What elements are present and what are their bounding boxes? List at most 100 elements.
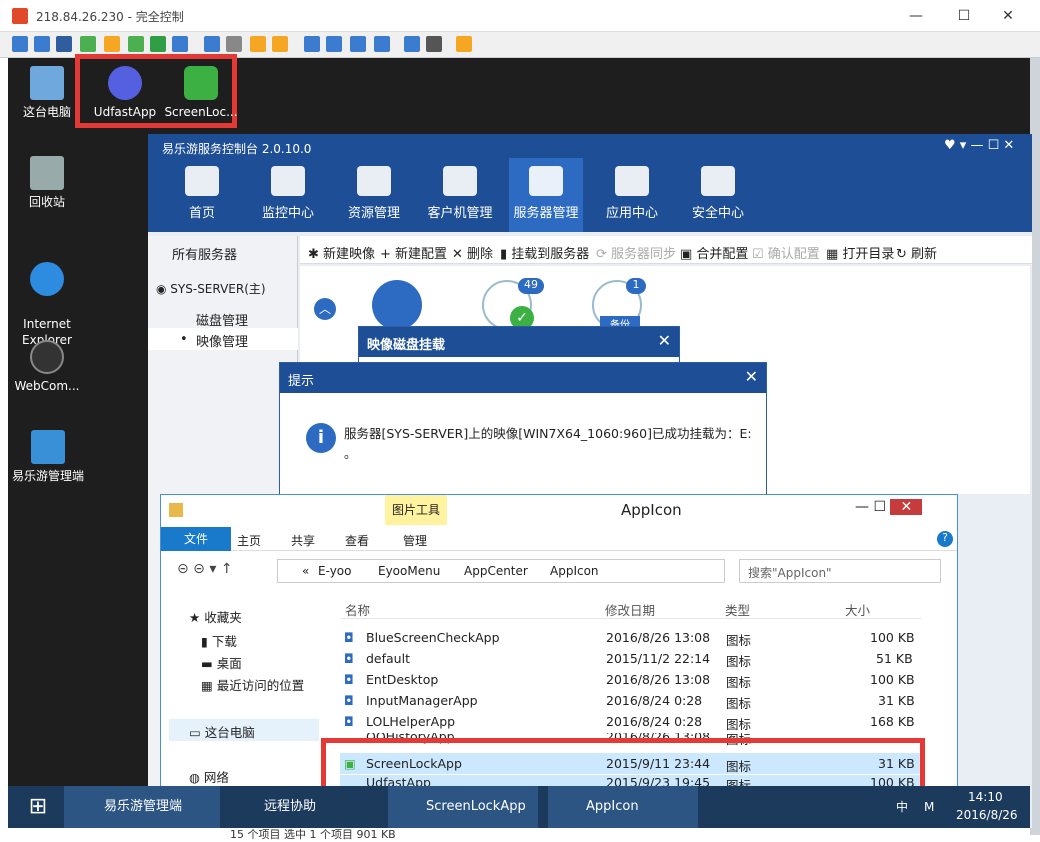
tool-icon[interactable] <box>150 36 166 52</box>
desktop-icon-yly[interactable]: 易乐游管理端 <box>8 430 88 484</box>
eye-icon <box>271 166 305 196</box>
tool-icon[interactable] <box>80 36 96 52</box>
tool-icon[interactable] <box>272 36 288 52</box>
all-servers[interactable]: 所有服务器 <box>172 244 237 263</box>
nav-servers[interactable]: 服务器管理 <box>508 166 584 221</box>
merge-button[interactable]: ▣ 合并配置 <box>680 243 748 262</box>
tab-view[interactable]: 查看 <box>345 532 369 549</box>
crumb[interactable]: E-yoo <box>318 564 352 578</box>
file-row[interactable]: ◘ BlueScreenCheckApp 2016/8/26 13:08 图标 100 … <box>340 627 920 648</box>
tab-manage[interactable]: 管理 <box>403 532 427 549</box>
tool-icon[interactable] <box>404 36 420 52</box>
desktop-icon-this-pc[interactable]: 这台电脑 <box>10 66 84 120</box>
tool-icon[interactable] <box>374 36 390 52</box>
nav-downloads[interactable]: ▮ 下载 <box>201 631 237 650</box>
task-remote-assist[interactable]: 远程协助 <box>224 786 384 828</box>
nav-monitor[interactable]: 监控中心 <box>250 166 326 221</box>
col-size[interactable]: 大小 <box>845 600 870 619</box>
desktop-icon-screenlock[interactable]: ScreenLoc... <box>164 66 238 120</box>
mount-button[interactable]: ▮ 挂载到服务器 <box>500 243 589 262</box>
desktop-icon-recycle[interactable]: 回收站 <box>10 156 84 210</box>
task-yly[interactable]: 易乐游管理端 <box>64 786 220 828</box>
desktop-icon-ie[interactable]: Internet Explorer <box>10 246 84 348</box>
m-indicator[interactable]: M <box>924 786 934 828</box>
crumb[interactable]: EyooMenu <box>378 564 440 578</box>
col-name[interactable]: 名称 <box>345 600 370 619</box>
tool-icon[interactable] <box>204 36 220 52</box>
tool-icon[interactable] <box>56 36 72 52</box>
new-image-button[interactable]: ✱ 新建映像 <box>308 243 375 262</box>
confirm-button[interactable]: ☑ 确认配置 <box>752 243 820 262</box>
tool-icon[interactable] <box>426 36 442 52</box>
label: WebCom... <box>14 379 80 393</box>
search-input[interactable]: 搜索"AppIcon" <box>739 559 941 583</box>
nav-favorites[interactable]: ★ 收藏夹 <box>189 607 242 626</box>
tool-icon[interactable] <box>172 36 188 52</box>
new-config-button[interactable]: + 新建配置 <box>380 243 447 262</box>
nav-desktop[interactable]: ▬ 桌面 <box>201 653 242 672</box>
refresh-button[interactable]: ↻ 刷新 <box>896 243 937 262</box>
computer-icon <box>30 66 64 100</box>
crumb[interactable]: AppIcon <box>550 564 599 578</box>
file-row[interactable]: ◘ InputManagerApp 2016/8/24 0:28 图标 31 KB <box>340 690 920 711</box>
nav-apps[interactable]: 应用中心 <box>594 166 670 221</box>
delete-button[interactable]: ✕ 删除 <box>452 243 493 262</box>
col-date[interactable]: 修改日期 <box>605 600 655 619</box>
file-date: 2016/8/24 0:28 <box>606 714 703 729</box>
file-row[interactable]: ◘ LOLHelperApp 2016/8/24 0:28 图标 168 KB <box>340 711 920 732</box>
file-row[interactable]: ◘ EntDesktop 2016/8/26 13:08 图标 100 KB <box>340 669 920 690</box>
tool-icon[interactable] <box>226 36 242 52</box>
tool-icon[interactable] <box>128 36 144 52</box>
file-type: 图标 <box>726 633 752 648</box>
tool-icon[interactable] <box>104 36 120 52</box>
tab-home[interactable]: 主页 <box>237 532 261 549</box>
disk-manage[interactable]: 磁盘管理 <box>196 310 248 329</box>
close-icon[interactable]: ✕ <box>745 367 758 386</box>
tab-share[interactable]: 共享 <box>291 532 315 549</box>
tool-icon[interactable] <box>250 36 266 52</box>
tool-icon[interactable] <box>12 36 28 52</box>
windows-start-icon[interactable]: ⊞ <box>18 786 58 828</box>
minimize-button[interactable]: — <box>896 4 936 28</box>
close-icon[interactable]: ✕ <box>658 331 671 350</box>
desktop-icon-webcam[interactable]: WebCom... <box>10 340 84 394</box>
help-icon[interactable]: ? <box>937 531 953 547</box>
nav-resources[interactable]: 资源管理 <box>336 166 412 221</box>
col-type[interactable]: 类型 <box>725 600 750 619</box>
tool-icon[interactable] <box>34 36 50 52</box>
sync-button[interactable]: ⟳ 服务器同步 <box>596 243 676 262</box>
tool-icon[interactable] <box>456 36 472 52</box>
open-dir-button[interactable]: ▦ 打开目录 <box>826 243 894 262</box>
nav-this-pc[interactable]: ▭ 这台电脑 <box>169 719 319 741</box>
tool-icon[interactable] <box>326 36 342 52</box>
server-node[interactable]: ◉ SYS-SERVER(主) <box>156 280 266 297</box>
nav-security[interactable]: 安全中心 <box>680 166 756 221</box>
ime-indicator[interactable]: 中 <box>896 786 908 828</box>
maximize-button[interactable]: ☐ <box>944 4 984 28</box>
image-label: 映像管理 <box>196 335 249 350</box>
close-button[interactable]: ✕ <box>988 4 1028 28</box>
tab-file[interactable]: 文件 <box>161 527 231 551</box>
collapse-icon[interactable]: ︿ <box>314 298 336 320</box>
desktop-icon-udfast[interactable]: UdfastApp <box>88 66 162 120</box>
clock-date[interactable]: 2016/8/26 <box>956 808 1018 822</box>
nav-clients[interactable]: 客户机管理 <box>422 166 498 221</box>
clock-time[interactable]: 14:10 <box>968 790 1003 804</box>
crumb[interactable]: AppCenter <box>464 564 528 578</box>
tool-icon[interactable] <box>350 36 366 52</box>
window-controls[interactable]: ♥ ▾ — ☐ ✕ <box>944 138 1014 153</box>
address-bar[interactable]: « E-yoo EyooMenu AppCenter AppIcon <box>277 559 725 583</box>
tool-icon[interactable] <box>304 36 320 52</box>
disc-icon <box>372 280 422 330</box>
back-icon[interactable]: ⊝ ⊝ ▾ ↑ <box>177 561 233 577</box>
file-row[interactable]: ◘ default 2015/11/2 22:14 图标 51 KB <box>340 648 920 669</box>
nav-network[interactable]: ◍ 网络 <box>189 767 229 786</box>
monitor-icon <box>443 166 477 196</box>
nav-recent[interactable]: ▦ 最近访问的位置 <box>201 675 304 694</box>
nav-home[interactable]: 首页 <box>164 166 240 221</box>
image-manage[interactable]: • 映像管理 <box>148 328 298 350</box>
task-screenlock[interactable]: ScreenLockApp <box>388 786 538 828</box>
task-appicon[interactable]: AppIcon <box>548 786 698 828</box>
label: 挂载到服务器 <box>511 247 590 262</box>
explorer-window-controls[interactable]: — ☐ ✕ <box>855 499 945 519</box>
